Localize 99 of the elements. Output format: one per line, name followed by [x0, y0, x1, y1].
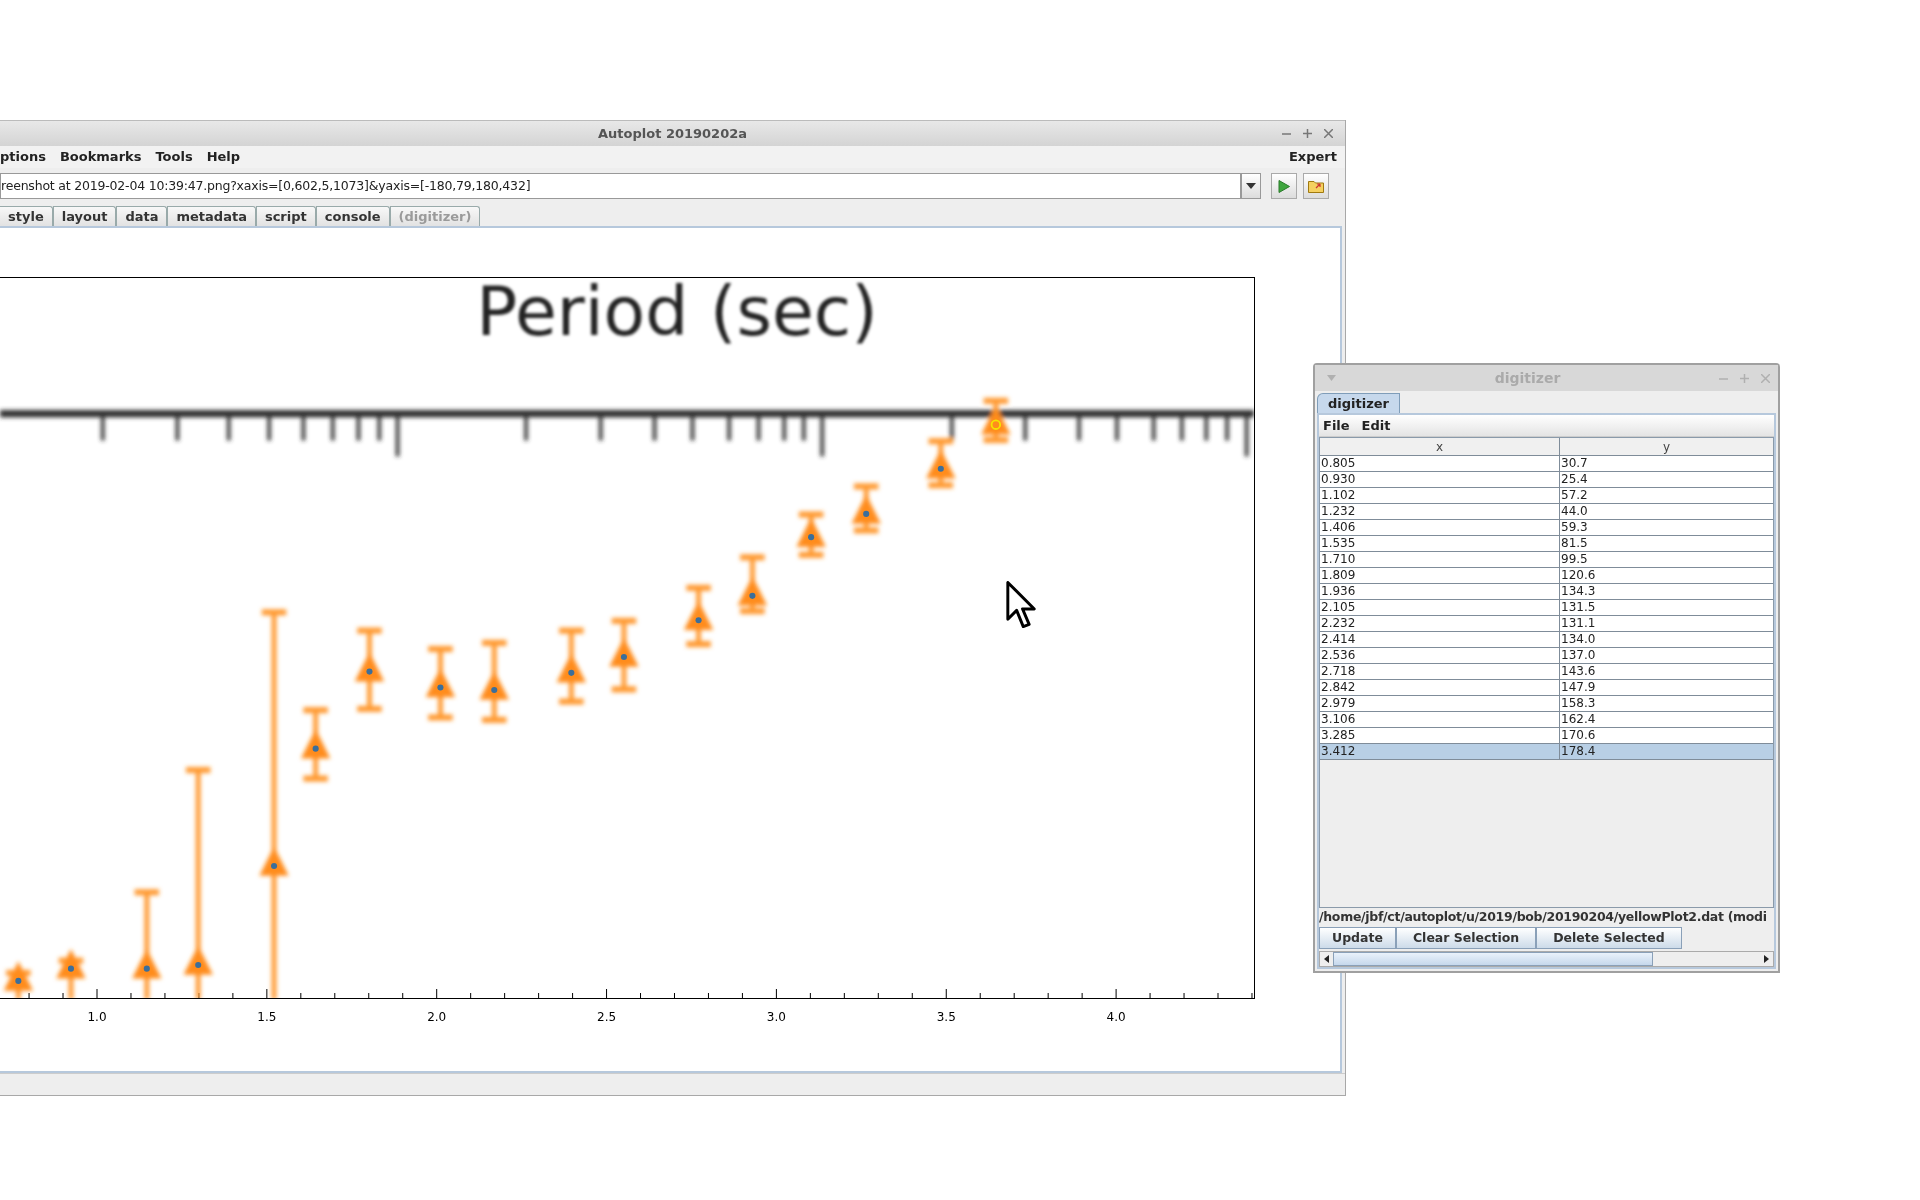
table-cell-text: 178.4: [1560, 744, 1597, 759]
table-row[interactable]: 1.936 134.3: [1320, 584, 1773, 600]
table-cell-text: 131.5: [1560, 600, 1597, 615]
table-cell: 1.936: [1320, 584, 1560, 599]
table-row[interactable]: 2.842 147.9: [1320, 680, 1773, 696]
table-cell-text: 143.6: [1560, 664, 1597, 679]
action-button[interactable]: Delete Selected: [1536, 927, 1682, 949]
table-cell-text: 44.0: [1560, 504, 1589, 519]
table-row[interactable]: 0.930 25.4: [1320, 472, 1773, 488]
column-header[interactable]: y: [1560, 438, 1773, 455]
folder-icon: [1308, 179, 1324, 193]
open-file-button[interactable]: [1303, 173, 1329, 199]
column-header[interactable]: x: [1320, 438, 1560, 455]
tab[interactable]: script: [255, 206, 316, 226]
file-path: /home/jbf/ct/autoplot/u/2019/bob/20190204/yellowPlot2.dat (modi: [1319, 908, 1767, 927]
maximize-icon[interactable]: [1303, 129, 1312, 138]
horizontal-scrollbar[interactable]: [1319, 951, 1774, 967]
table-cell: 1.406: [1320, 520, 1560, 535]
tick-label: 1.0: [87, 1010, 107, 1024]
play-button[interactable]: [1271, 173, 1297, 199]
close-icon[interactable]: [1324, 129, 1333, 138]
menu-item[interactable]: Help: [206, 147, 241, 167]
table-cell-text: 25.4: [1560, 472, 1589, 487]
table-row[interactable]: 2.105 131.5: [1320, 600, 1773, 616]
menu-item[interactable]: Tools: [155, 147, 193, 167]
table-row[interactable]: 2.979 158.3: [1320, 696, 1773, 712]
tab[interactable]: console: [315, 206, 390, 226]
table-cell: 0.805: [1320, 456, 1560, 471]
tab[interactable]: layout: [52, 206, 117, 226]
table-cell-text: 59.3: [1560, 520, 1589, 535]
tick-label: 3.5: [936, 1010, 956, 1024]
table-cell-text: 57.2: [1560, 488, 1589, 503]
table-row[interactable]: 1.809 120.6: [1320, 568, 1773, 584]
table-row[interactable]: 0.805 30.7: [1320, 456, 1773, 472]
table-cell-text: 162.4: [1560, 712, 1597, 727]
table-cell-text: 81.5: [1560, 536, 1589, 551]
table-row[interactable]: 1.102 57.2: [1320, 488, 1773, 504]
table-row[interactable]: 2.718 143.6: [1320, 664, 1773, 680]
tick-label: 2.0: [427, 1010, 447, 1024]
tick-label: 1.5: [257, 1010, 277, 1024]
scroll-thumb[interactable]: [1333, 952, 1653, 966]
table-row[interactable]: 1.710 99.5: [1320, 552, 1773, 568]
table-cell: 1.535: [1320, 536, 1560, 551]
action-button[interactable]: Clear Selection: [1395, 927, 1537, 949]
tab[interactable]: digitizer: [1317, 393, 1400, 413]
table-cell: 3.285: [1320, 728, 1560, 743]
table-cell-text: 170.6: [1560, 728, 1597, 743]
table-cell: 1.102: [1320, 488, 1560, 503]
dropdown-button[interactable]: [1241, 173, 1261, 199]
table-cell: 3.412: [1320, 744, 1560, 759]
menu-item[interactable]: Edit: [1361, 415, 1391, 436]
table-row[interactable]: 1.406 59.3: [1320, 520, 1773, 536]
caret-icon: [1246, 183, 1256, 189]
table-cell: 2.536: [1320, 648, 1560, 663]
tab[interactable]: style: [0, 206, 53, 226]
menu-item[interactable]: File: [1323, 415, 1350, 436]
menu-item[interactable]: Bookmarks: [59, 147, 142, 167]
table-cell: 2.105: [1320, 600, 1560, 615]
table-cell-text: 99.5: [1560, 552, 1589, 567]
menu-item[interactable]: ptions: [0, 147, 46, 167]
table-row[interactable]: 1.232 44.0: [1320, 504, 1773, 520]
table-cell-text: 158.3: [1560, 696, 1597, 711]
table-cell-text: 134.3: [1560, 584, 1597, 599]
table-cell: 2.718: [1320, 664, 1560, 679]
table-cell: 2.232: [1320, 616, 1560, 631]
scroll-right-icon[interactable]: [1764, 955, 1769, 963]
table-row[interactable]: 2.414 134.0: [1320, 632, 1773, 648]
table-cell: 2.414: [1320, 632, 1560, 647]
play-icon: [1278, 179, 1290, 193]
tick-label: 3.0: [766, 1010, 786, 1024]
table-cell: 1.232: [1320, 504, 1560, 519]
menu-item[interactable]: Expert: [1289, 147, 1337, 167]
table-cell-text: 147.9: [1560, 680, 1597, 695]
tab[interactable]: data: [116, 206, 168, 226]
table-cell: 0.930: [1320, 472, 1560, 487]
image-title: Period (sec): [476, 278, 878, 352]
table-cell-text: 137.0: [1560, 648, 1597, 663]
table-cell-text: 120.6: [1560, 568, 1597, 583]
table-cell: 1.809: [1320, 568, 1560, 583]
tick-label: 2.5: [597, 1010, 617, 1024]
table-cell: 3.106: [1320, 712, 1560, 727]
table-row[interactable]: 2.232 131.1: [1320, 616, 1773, 632]
table-row[interactable]: 3.412 178.4: [1320, 744, 1773, 760]
table-row[interactable]: 1.535 81.5: [1320, 536, 1773, 552]
action-button[interactable]: Update: [1319, 927, 1396, 949]
table-cell-text: 131.1: [1560, 616, 1597, 631]
table-cell: 1.710: [1320, 552, 1560, 567]
tab[interactable]: metadata: [167, 206, 256, 226]
table-row[interactable]: 2.536 137.0: [1320, 648, 1773, 664]
scroll-left-icon[interactable]: [1324, 955, 1329, 963]
tick-label: 4.0: [1106, 1010, 1126, 1024]
table-cell-text: 30.7: [1560, 456, 1589, 471]
url-field[interactable]: reenshot at 2019-02-04 10:39:47.png?xaxis=[0,602,5,1073]&yaxis=[-180,79,180,432]: [0, 173, 1241, 199]
table-cell: 2.979: [1320, 696, 1560, 711]
table-cell-text: 134.0: [1560, 632, 1597, 647]
table-row[interactable]: 3.106 162.4: [1320, 712, 1773, 728]
table-cell: 2.842: [1320, 680, 1560, 695]
window-title: Autoplot 20190202a: [598, 124, 747, 143]
table-row[interactable]: 3.285 170.6: [1320, 728, 1773, 744]
